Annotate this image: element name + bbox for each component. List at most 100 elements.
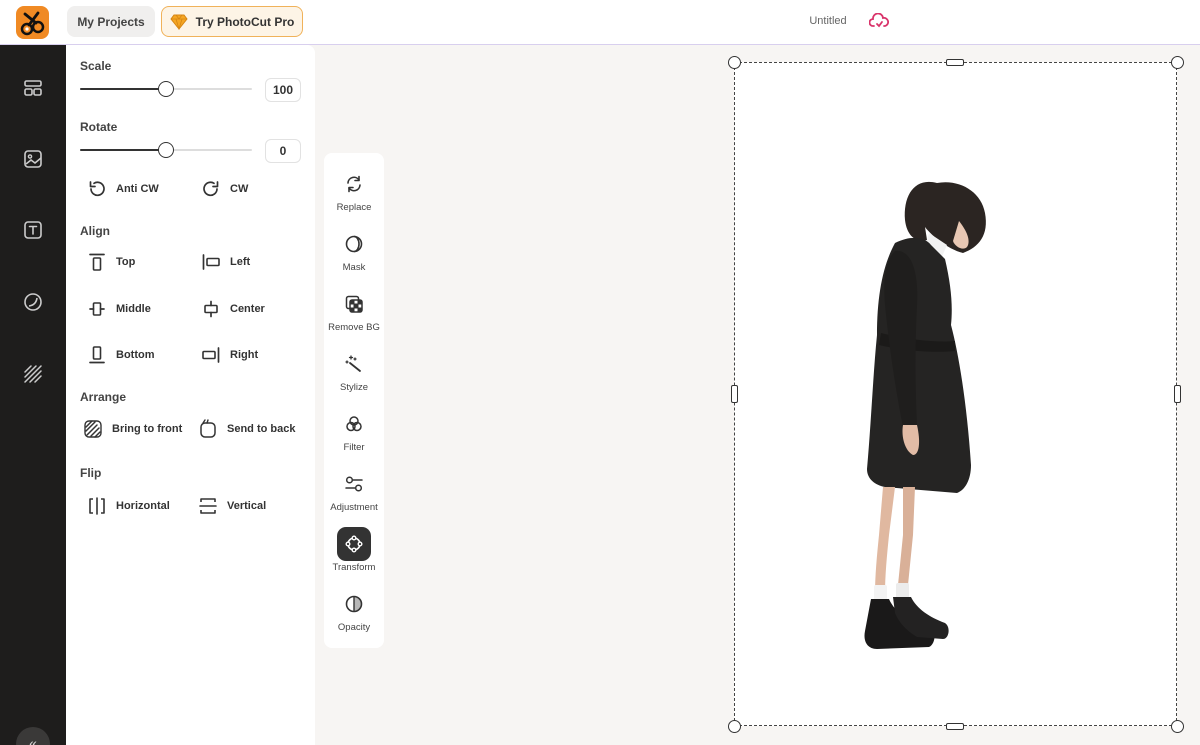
adjustment-icon bbox=[345, 476, 363, 492]
templates-icon[interactable] bbox=[22, 77, 44, 99]
align-right-button[interactable]: Right bbox=[200, 344, 258, 366]
bring-to-front-button[interactable]: Bring to front bbox=[82, 418, 182, 440]
scissors-icon bbox=[20, 11, 45, 36]
adjustment-tool[interactable]: Adjustment bbox=[324, 467, 384, 523]
anti-cw-label: Anti CW bbox=[116, 183, 159, 195]
align-right-label: Right bbox=[230, 349, 259, 361]
diamond-icon bbox=[170, 14, 188, 30]
text-icon[interactable] bbox=[22, 219, 44, 241]
flip-horizontal-icon bbox=[89, 497, 105, 515]
transform-label: Transform bbox=[332, 562, 376, 573]
image-tools-toolbar: Replace Mask Remove BG Stylize Filter Ad… bbox=[324, 153, 384, 648]
resize-handle-top-left[interactable] bbox=[727, 55, 741, 69]
resize-handle-left[interactable] bbox=[730, 385, 738, 403]
flip-vertical-icon bbox=[199, 498, 217, 514]
rotate-slider-thumb[interactable] bbox=[158, 142, 174, 158]
filter-icon bbox=[346, 416, 362, 432]
rotate-cw-button[interactable]: CW bbox=[200, 178, 248, 200]
transform-panel: Scale Rotate Anti CW CW Align Top bbox=[66, 45, 315, 745]
replace-tool[interactable]: Replace bbox=[324, 167, 384, 223]
rotate-slider[interactable] bbox=[80, 140, 252, 160]
my-projects-button[interactable]: My Projects bbox=[67, 6, 155, 37]
replace-icon bbox=[347, 175, 361, 193]
mask-icon bbox=[345, 235, 363, 253]
rotate-ccw-icon bbox=[89, 181, 105, 197]
resize-handle-bottom-right[interactable] bbox=[1170, 719, 1184, 733]
align-left-icon bbox=[202, 254, 220, 270]
align-center-button[interactable]: Center bbox=[200, 298, 265, 320]
scale-slider-fill bbox=[80, 88, 166, 90]
mask-tool[interactable]: Mask bbox=[324, 227, 384, 283]
rotate-slider-fill bbox=[80, 149, 166, 151]
stylize-label: Stylize bbox=[340, 382, 368, 393]
align-middle-button[interactable]: Middle bbox=[86, 298, 151, 320]
align-top-label: Top bbox=[116, 256, 136, 268]
subject-photo[interactable] bbox=[855, 175, 995, 660]
resize-handle-right[interactable] bbox=[1173, 385, 1181, 403]
arrange-title: Arrange bbox=[80, 390, 127, 404]
flip-vertical-button[interactable]: Vertical bbox=[197, 495, 266, 517]
align-center-icon bbox=[204, 300, 218, 318]
send-to-back-label: Send to back bbox=[227, 423, 296, 435]
align-left-button[interactable]: Left bbox=[200, 251, 250, 273]
flip-horizontal-button[interactable]: Horizontal bbox=[86, 495, 170, 517]
align-title: Align bbox=[80, 224, 110, 238]
patterns-icon[interactable] bbox=[22, 363, 44, 385]
align-bottom-button[interactable]: Bottom bbox=[86, 344, 155, 366]
collapse-rail-button[interactable]: « bbox=[16, 727, 50, 745]
align-top-icon bbox=[89, 253, 105, 271]
cloud-sync-icon[interactable] bbox=[869, 13, 889, 31]
remove-bg-label: Remove BG bbox=[328, 322, 380, 333]
adjustment-label: Adjustment bbox=[330, 502, 378, 513]
replace-label: Replace bbox=[336, 202, 372, 213]
resize-handle-bottom[interactable] bbox=[946, 722, 964, 730]
opacity-label: Opacity bbox=[337, 622, 371, 633]
flip-vertical-label: Vertical bbox=[227, 500, 267, 512]
opacity-tool[interactable]: Opacity bbox=[324, 587, 384, 643]
rotate-cw-icon bbox=[203, 181, 219, 197]
bring-to-front-icon bbox=[84, 420, 102, 438]
remove-bg-icon bbox=[345, 295, 363, 313]
try-pro-button[interactable]: Try PhotoCut Pro bbox=[161, 6, 303, 37]
scale-slider[interactable] bbox=[80, 79, 252, 99]
remove-bg-tool[interactable]: Remove BG bbox=[324, 287, 384, 343]
scale-input[interactable] bbox=[265, 78, 301, 102]
flip-title: Flip bbox=[80, 466, 102, 480]
rotate-input[interactable] bbox=[265, 139, 301, 163]
try-pro-label: Try PhotoCut Pro bbox=[195, 14, 295, 29]
left-rail: « bbox=[0, 45, 66, 745]
send-to-back-button[interactable]: Send to back bbox=[197, 418, 295, 440]
stylize-icon bbox=[345, 355, 361, 372]
send-to-back-icon bbox=[200, 419, 216, 438]
document-title[interactable]: Untitled bbox=[790, 15, 866, 27]
scale-slider-thumb[interactable] bbox=[158, 81, 174, 97]
stylize-tool[interactable]: Stylize bbox=[324, 347, 384, 403]
top-bar: My Projects Try PhotoCut Pro Untitled bbox=[0, 0, 1200, 45]
opacity-icon bbox=[345, 595, 363, 613]
photocut-logo[interactable] bbox=[16, 6, 49, 39]
photos-icon[interactable] bbox=[22, 148, 44, 170]
align-left-label: Left bbox=[230, 256, 251, 268]
elements-icon[interactable] bbox=[22, 291, 44, 313]
align-top-button[interactable]: Top bbox=[86, 251, 135, 273]
align-bottom-icon bbox=[89, 346, 105, 364]
align-middle-icon bbox=[89, 302, 105, 316]
filter-label: Filter bbox=[343, 442, 365, 453]
transform-icon bbox=[345, 535, 363, 553]
transform-tool[interactable]: Transform bbox=[324, 527, 384, 583]
bring-to-front-label: Bring to front bbox=[112, 423, 183, 435]
mask-label: Mask bbox=[342, 262, 366, 273]
rotate-anti-cw-button[interactable]: Anti CW bbox=[86, 178, 159, 200]
resize-handle-top[interactable] bbox=[946, 58, 964, 66]
resize-handle-top-right[interactable] bbox=[1170, 55, 1184, 69]
align-middle-label: Middle bbox=[116, 303, 151, 315]
flip-horizontal-label: Horizontal bbox=[116, 500, 170, 512]
resize-handle-bottom-left[interactable] bbox=[727, 719, 741, 733]
align-bottom-label: Bottom bbox=[116, 349, 155, 361]
rotate-label: Rotate bbox=[80, 120, 118, 134]
scale-label: Scale bbox=[80, 59, 112, 73]
cw-label: CW bbox=[230, 183, 249, 195]
align-right-icon bbox=[202, 347, 220, 363]
align-center-label: Center bbox=[230, 303, 265, 315]
filter-tool[interactable]: Filter bbox=[324, 407, 384, 463]
